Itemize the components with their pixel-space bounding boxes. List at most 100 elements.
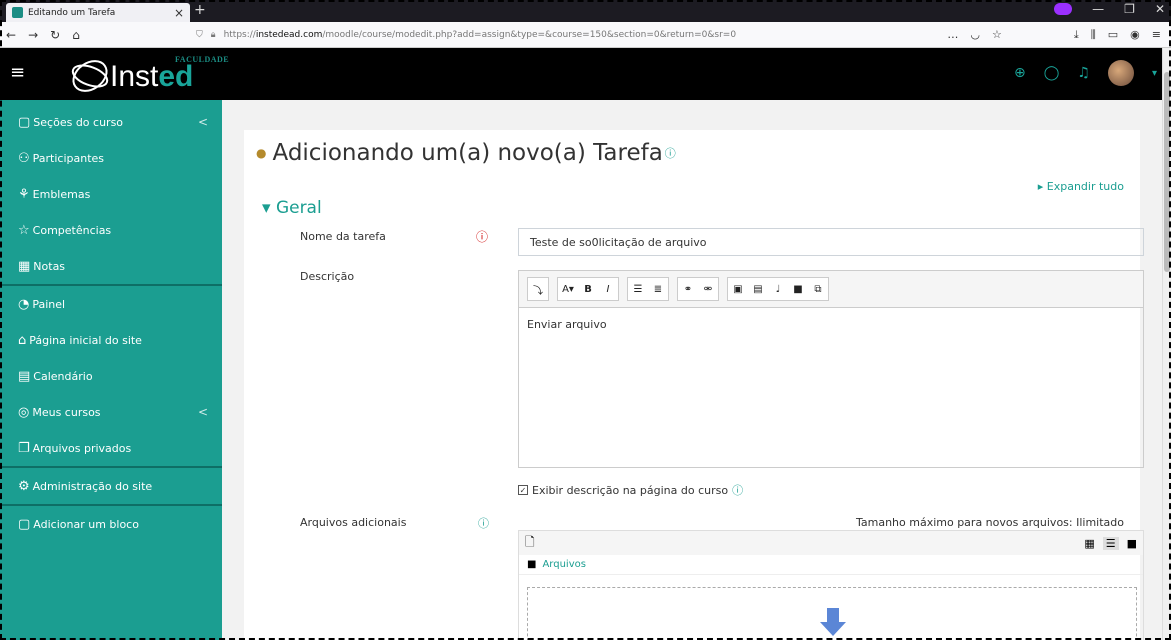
help-icon[interactable]: ⓘ xyxy=(732,482,743,498)
favicon-icon xyxy=(12,7,23,18)
bold-icon[interactable]: B xyxy=(578,278,598,300)
main-region: ● Adicionando um(a) novo(a) Tarefa ⓘ ▸ E… xyxy=(222,100,1162,640)
library-icon[interactable]: ⫼ xyxy=(1091,28,1096,42)
sidebar-item-participants[interactable]: ⚇ Participantes xyxy=(0,140,222,176)
chevron-left-icon[interactable]: < xyxy=(198,405,208,419)
help-icon[interactable]: ⓘ xyxy=(665,145,676,161)
sidebar-item-label: Participantes xyxy=(32,151,105,165)
assignment-name-label: Nome da tarefa xyxy=(300,230,386,243)
editor-toolbar: ⤵ A▾ B I ☰ ≣ ⚭ ⚮ ▣ ▤ ♩ ■ ⧉ xyxy=(518,270,1144,308)
reload-icon[interactable]: ↻ xyxy=(50,28,60,42)
expand-all-link[interactable]: ▸ Expandir tudo xyxy=(1038,180,1124,193)
home-icon[interactable]: ⌂ xyxy=(72,28,80,42)
browser-tab[interactable]: Editando um Tarefa × xyxy=(6,3,190,22)
grid-view-icon[interactable]: ▦ xyxy=(1084,537,1094,550)
sidebar-item-competencies[interactable]: ☆ Competências xyxy=(0,212,222,248)
home-icon: ⌂ xyxy=(18,332,27,348)
tab-bar: Editando um Tarefa × + — ❐ ✕ xyxy=(0,0,1171,22)
numbered-list-icon[interactable]: ≣ xyxy=(648,278,668,300)
file-manager: 🗋︎ ▦ ☰ ■ ■ Arquivos xyxy=(518,530,1144,640)
manage-files-icon[interactable]: ⧉ xyxy=(808,278,828,300)
restore-icon[interactable]: ❐ xyxy=(1124,2,1135,16)
assignment-name-input[interactable]: Teste de so0licitação de arquivo xyxy=(518,228,1144,256)
show-description-checkbox[interactable]: ✓ Exibir descrição na página do curso ⓘ xyxy=(518,482,743,498)
new-tab-icon[interactable]: + xyxy=(194,2,206,18)
sidebar-item-label: Adicionar um bloco xyxy=(33,517,139,531)
extension-icon[interactable]: ◉ xyxy=(1130,28,1140,42)
media-icon[interactable]: ▤ xyxy=(748,278,768,300)
url-scheme: https:// xyxy=(223,29,256,40)
sidebar-item-label: Emblemas xyxy=(32,187,91,201)
font-style-icon[interactable]: A▾ xyxy=(558,278,578,300)
sidebar-item-course-sections[interactable]: ▢ Seções do curso < xyxy=(0,104,222,140)
chevron-left-icon[interactable]: < xyxy=(198,115,208,129)
add-file-icon[interactable]: 🗋︎ xyxy=(525,533,535,554)
sidebar-item-label: Notas xyxy=(33,259,66,273)
toolbar-toggle-icon[interactable]: ⤵ xyxy=(528,278,548,300)
address-field[interactable]: ⛉ 🔒︎ https://instedead.com/moodle/course… xyxy=(190,30,947,40)
checkbox-checked-icon[interactable]: ✓ xyxy=(518,485,528,495)
required-icon: ⓘ xyxy=(476,230,489,244)
site-navbar: ≡ FACULDADE Insted ⊕ ◯ ♫ ▾ xyxy=(0,48,1171,100)
video-icon[interactable]: ■ xyxy=(788,278,808,300)
hamburger-menu-icon[interactable]: ≡ xyxy=(10,62,25,83)
form-card: ● Adicionando um(a) novo(a) Tarefa ⓘ ▸ E… xyxy=(244,130,1144,640)
bullet-list-icon[interactable]: ☰ xyxy=(628,278,648,300)
messages-icon[interactable]: ◯ xyxy=(1044,65,1060,81)
close-tab-icon[interactable]: × xyxy=(174,6,184,20)
description-editor[interactable]: Enviar arquivo xyxy=(518,308,1144,468)
more-icon[interactable]: … xyxy=(947,28,958,42)
avatar[interactable] xyxy=(1107,60,1134,86)
unlink-icon[interactable]: ⚮ xyxy=(698,278,718,300)
forward-icon[interactable]: → xyxy=(28,28,38,42)
microphone-icon[interactable]: ♩ xyxy=(768,278,788,300)
users-icon: ⚇ xyxy=(18,150,30,166)
page-scrollbar[interactable] xyxy=(1162,48,1171,640)
bookmark-star-icon[interactable]: ☆ xyxy=(992,28,1002,42)
scrollbar-thumb[interactable] xyxy=(1164,72,1170,272)
sidebar-item-calendar[interactable]: ▤ Calendário xyxy=(0,358,222,394)
sidebar-item-dashboard[interactable]: ◔ Painel xyxy=(0,286,222,322)
sidebar-icon[interactable]: ▭ xyxy=(1108,28,1118,42)
sidebar-item-grades[interactable]: ▦ Notas xyxy=(0,248,222,284)
gear-icon: ⚙ xyxy=(18,478,30,494)
tab-title: Editando um Tarefa xyxy=(28,7,116,18)
notifications-bell-icon[interactable]: ♫ xyxy=(1077,65,1090,81)
language-globe-icon[interactable]: ⊕ xyxy=(1014,65,1026,81)
file-drop-zone[interactable] xyxy=(527,587,1137,640)
star-icon: ☆ xyxy=(18,222,30,238)
browser-window: Editando um Tarefa × + — ❐ ✕ ← → ↻ ⌂ ⛉ 🔒… xyxy=(0,0,1171,640)
sidebar-item-site-admin[interactable]: ⚙ Administração do site xyxy=(0,468,222,504)
minimize-icon[interactable]: — xyxy=(1092,2,1104,16)
sidebar-item-private-files[interactable]: ❐ Arquivos privados xyxy=(0,430,222,466)
link-icon[interactable]: ⚭ xyxy=(678,278,698,300)
menu-icon[interactable]: ≡ xyxy=(1152,28,1161,42)
back-icon[interactable]: ← xyxy=(6,28,16,42)
sidebar-item-my-courses[interactable]: ◎ Meus cursos < xyxy=(0,394,222,430)
logo-text: Insted xyxy=(110,60,194,93)
max-file-size-text: Tamanho máximo para novos arquivos: Ilim… xyxy=(855,516,1124,529)
assignment-icon: ● xyxy=(256,146,267,160)
private-browsing-icon xyxy=(1054,3,1073,15)
sidebar-item-add-block[interactable]: ▢ Adicionar um bloco xyxy=(0,506,222,542)
pocket-icon[interactable]: ◡ xyxy=(970,28,980,42)
close-window-icon[interactable]: ✕ xyxy=(1155,2,1165,16)
site-logo[interactable]: FACULDADE Insted xyxy=(68,54,238,98)
url-path: /moodle/course/modedit.php?add=assign&ty… xyxy=(322,29,737,40)
sidebar-item-site-home[interactable]: ⌂ Página inicial do site xyxy=(0,322,222,358)
table-icon: ▦ xyxy=(18,258,31,274)
sidebar-item-label: Arquivos privados xyxy=(32,441,132,455)
graduation-cap-icon: ◎ xyxy=(18,404,30,420)
section-general-header[interactable]: ▾ Geral xyxy=(262,198,322,218)
files-path-link[interactable]: Arquivos xyxy=(542,559,586,570)
download-icon[interactable]: ⤓ xyxy=(1074,28,1079,42)
help-icon[interactable]: ⓘ xyxy=(478,515,489,531)
italic-icon[interactable]: I xyxy=(598,278,618,300)
folder-view-icon[interactable]: ■ xyxy=(1127,537,1137,550)
sidebar-item-label: Painel xyxy=(32,297,66,311)
list-view-icon[interactable]: ☰ xyxy=(1102,536,1119,550)
sidebar-item-badges[interactable]: ⚘ Emblemas xyxy=(0,176,222,212)
user-menu-chevron-icon[interactable]: ▾ xyxy=(1152,68,1157,79)
badge-icon: ⚘ xyxy=(18,186,30,202)
image-icon[interactable]: ▣ xyxy=(728,278,748,300)
